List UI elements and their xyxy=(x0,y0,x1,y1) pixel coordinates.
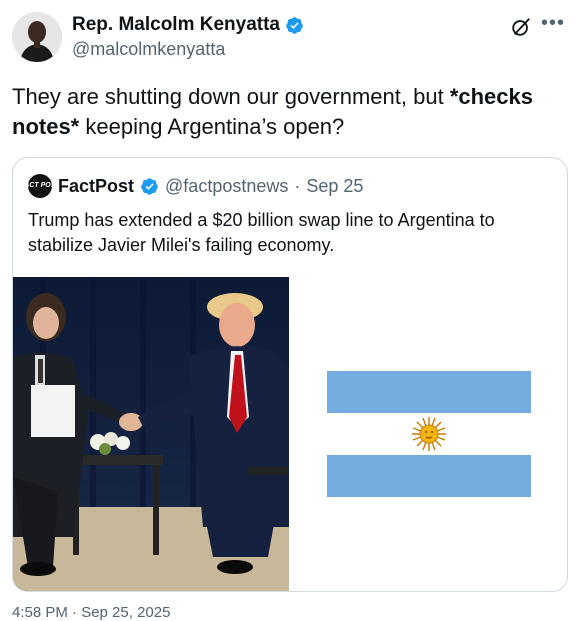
quoted-header: FACT POST FactPost @factpostnews · Sep 2… xyxy=(20,174,363,198)
verified-badge-icon xyxy=(286,16,303,34)
quoted-name[interactable]: FactPost xyxy=(58,176,134,197)
quoted-handle[interactable]: @factpostnews xyxy=(165,176,288,197)
tweet-text: They are shutting down our government, b… xyxy=(12,84,533,139)
grok-icon[interactable] xyxy=(510,16,532,38)
author-name[interactable]: Rep. Malcolm Kenyatta xyxy=(72,13,304,37)
more-icon[interactable]: ••• xyxy=(541,12,565,34)
quoted-tweet[interactable]: FACT POST FactPost @factpostnews · Sep 2… xyxy=(12,157,568,592)
quoted-text: Trump has extended a $20 billion swap li… xyxy=(28,210,495,255)
verified-badge-icon xyxy=(141,177,158,195)
quoted-separator: · xyxy=(294,175,301,196)
author-avatar[interactable] xyxy=(12,12,62,62)
tweet: Rep. Malcolm Kenyatta @malcolmkenyatta •… xyxy=(0,0,582,621)
quoted-media-flag[interactable] xyxy=(289,277,567,591)
author-handle[interactable]: @malcolmkenyatta xyxy=(72,38,225,60)
tweet-timestamp[interactable]: 4:58 PM · Sep 25, 2025 xyxy=(12,604,170,621)
quoted-date[interactable]: Sep 25 xyxy=(306,176,363,197)
quoted-avatar[interactable]: FACT POST xyxy=(20,174,60,198)
quoted-media-photo[interactable] xyxy=(13,277,289,591)
